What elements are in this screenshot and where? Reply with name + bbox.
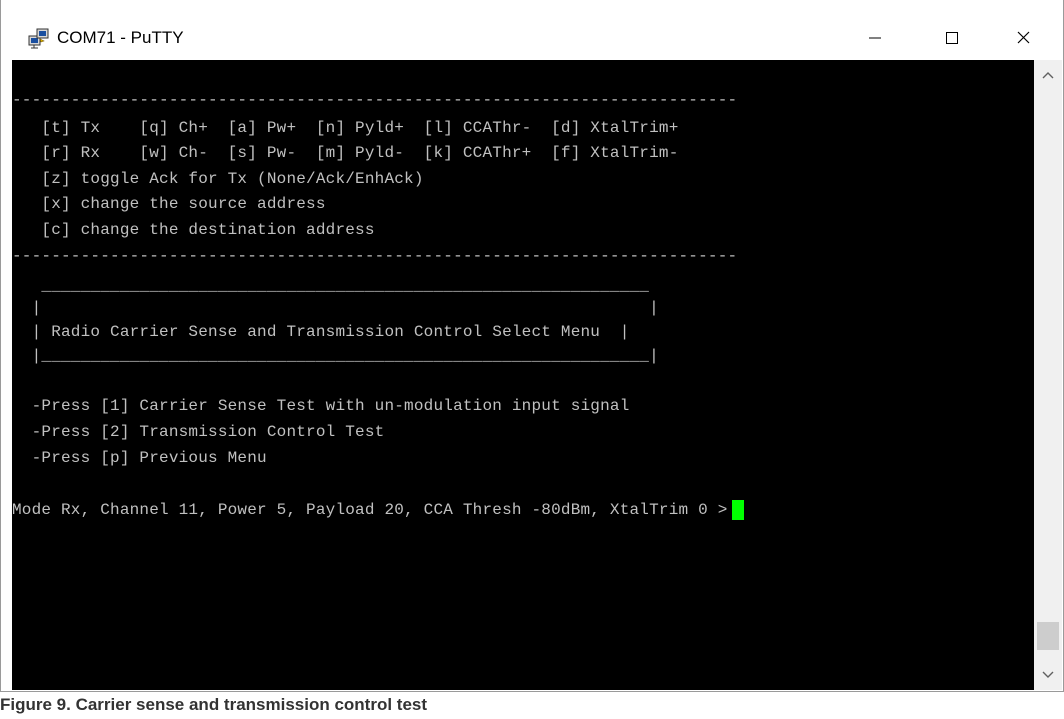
separator-line: ----------------------------------------…	[12, 247, 738, 265]
menu-keys-row-2: [r] Rx [w] Ch- [s] Pw- [m] Pyld- [k] CCA…	[12, 144, 679, 162]
minimize-button[interactable]	[851, 22, 897, 54]
putty-window: COM71 - PuTTY --------------------------…	[0, 0, 1064, 692]
menu-source-address: [x] change the source address	[12, 195, 326, 213]
option-previous-menu: -Press [p] Previous Menu	[12, 449, 267, 467]
close-button[interactable]	[1000, 22, 1046, 54]
scroll-up-icon[interactable]	[1034, 60, 1062, 90]
text-cursor	[731, 500, 744, 520]
menu-box-top: ________________________________________…	[12, 277, 650, 295]
menu-destination-address: [c] change the destination address	[12, 221, 375, 239]
putty-icon	[28, 28, 49, 49]
title-bar[interactable]: COM71 - PuTTY	[1, 16, 1063, 60]
status-prompt: Mode Rx, Channel 11, Power 5, Payload 20…	[12, 501, 728, 519]
scroll-down-icon[interactable]	[1034, 660, 1062, 690]
menu-toggle-ack: [z] toggle Ack for Tx (None/Ack/EnhAck)	[12, 170, 424, 188]
option-transmission-control: -Press [2] Transmission Control Test	[12, 423, 385, 441]
scrollbar-thumb[interactable]	[1037, 622, 1059, 650]
menu-box-title: | Radio Carrier Sense and Transmission C…	[12, 323, 630, 341]
figure-caption: Figure 9. Carrier sense and transmission…	[0, 695, 428, 714]
separator-line: ----------------------------------------…	[12, 91, 738, 109]
option-carrier-sense: -Press [1] Carrier Sense Test with un-mo…	[12, 397, 630, 415]
window-title: COM71 - PuTTY	[57, 28, 184, 47]
menu-keys-row-1: [t] Tx [q] Ch+ [a] Pw+ [n] Pyld+ [l] CCA…	[12, 119, 679, 137]
menu-box-side: | |	[12, 299, 659, 317]
vertical-scrollbar[interactable]	[1034, 60, 1062, 690]
terminal-screen[interactable]: ----------------------------------------…	[12, 60, 1034, 690]
menu-box-bottom: |_______________________________________…	[12, 347, 659, 365]
maximize-button[interactable]	[928, 22, 974, 54]
